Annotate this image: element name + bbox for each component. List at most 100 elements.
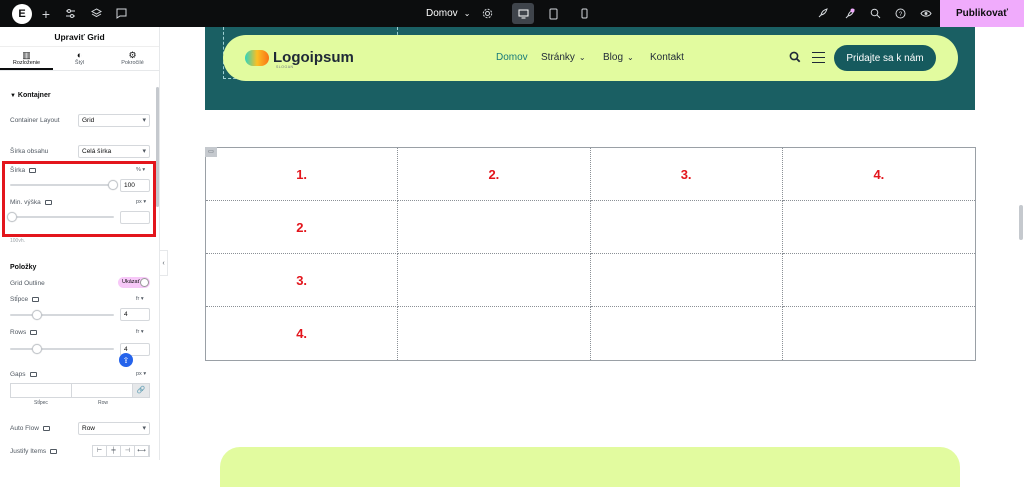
preview-icon[interactable]: [918, 0, 934, 27]
nav-item-stranky[interactable]: Stránky ⌄: [541, 52, 586, 63]
next-section[interactable]: [220, 447, 960, 487]
rows-unit-select[interactable]: fr ▾: [136, 329, 144, 335]
justify-start-icon[interactable]: ⊢: [93, 446, 107, 456]
publish-button[interactable]: Publikovať: [940, 0, 1024, 27]
auto-flow-label-row: Auto Flow: [10, 425, 50, 432]
grid-cell[interactable]: [782, 254, 975, 307]
gaps-unit-select[interactable]: px ▾: [136, 371, 146, 377]
tab-layout[interactable]: ▥ Rozloženie: [0, 47, 53, 70]
comment-icon[interactable]: [113, 0, 129, 27]
justify-end-icon[interactable]: ⊣: [121, 446, 135, 456]
add-icon[interactable]: +: [38, 0, 54, 27]
gap-column-input[interactable]: [11, 384, 72, 397]
desktop-icon[interactable]: [512, 3, 534, 24]
min-height-hint: 100vh.: [10, 238, 26, 244]
content-width-label: Šírka obsahu: [10, 148, 49, 155]
grid-cell[interactable]: [782, 201, 975, 254]
justify-items-label-row: Justify Items: [10, 448, 58, 455]
justify-center-icon[interactable]: ╪: [107, 446, 121, 456]
columns-slider-handle[interactable]: [32, 310, 42, 320]
desktop-icon: [29, 372, 37, 377]
preview-canvas: Logoipsum SLOGAN Domov Stránky ⌄ Blog ⌄ …: [168, 27, 1024, 487]
rows-label: Rows: [10, 329, 27, 336]
container-handle-icon[interactable]: ▭: [205, 147, 217, 157]
grid-cell[interactable]: 2.: [206, 201, 399, 254]
rocket-icon[interactable]: [814, 0, 830, 27]
brand-name: Logoipsum: [273, 49, 354, 66]
tab-advanced[interactable]: ⚙ Pokročilé: [106, 47, 159, 70]
rows-slider-handle[interactable]: [32, 344, 42, 354]
chevron-down-icon: ⌄: [578, 53, 586, 62]
nav-label: Blog: [603, 52, 624, 63]
auto-flow-select[interactable]: Row: [78, 422, 150, 435]
help-icon[interactable]: ?: [892, 0, 908, 27]
tablet-icon[interactable]: [542, 3, 564, 24]
grid-container[interactable]: 1. 2. 3. 4. 2. 3. 4.: [205, 147, 976, 361]
settings-icon[interactable]: [479, 0, 495, 27]
panel-scrollbar[interactable]: [156, 87, 159, 207]
grid-cell[interactable]: [398, 201, 591, 254]
caret-down-icon: ▼: [10, 93, 16, 99]
columns-unit-select[interactable]: fr ▾: [136, 296, 144, 302]
edit-panel: Upraviť Grid ▥ Rozloženie ◐ Štýl ⚙ Pokro…: [0, 27, 160, 460]
panel-title: Upraviť Grid: [0, 27, 159, 47]
grid-cell[interactable]: 4.: [782, 148, 975, 201]
menu-icon[interactable]: [812, 52, 825, 67]
grid-cell[interactable]: [398, 307, 591, 360]
collapse-panel-icon[interactable]: ‹: [160, 250, 168, 276]
content-width-select[interactable]: Celá šírka: [78, 145, 150, 158]
grid-cell[interactable]: [783, 307, 975, 360]
grid-cell[interactable]: 1.: [206, 148, 399, 201]
grid-outline-toggle[interactable]: Ukázať: [118, 277, 150, 288]
mobile-icon[interactable]: [573, 3, 595, 24]
desktop-icon: [50, 449, 58, 454]
drag-icon[interactable]: ⇪: [119, 353, 133, 367]
gap-row-input[interactable]: [72, 384, 133, 397]
grid-cell[interactable]: 4.: [206, 307, 399, 360]
grid-cell[interactable]: 3.: [206, 254, 399, 307]
search-icon[interactable]: [789, 51, 801, 63]
layout-icon: ▥: [22, 50, 31, 60]
chevron-down-icon: ⌄: [463, 9, 471, 18]
sliders-icon[interactable]: [62, 0, 78, 27]
join-us-button[interactable]: Pridajte sa k nám: [834, 45, 936, 71]
search-icon[interactable]: [867, 0, 883, 27]
container-layout-label: Container Layout: [10, 117, 60, 124]
page-name: Domov: [426, 8, 458, 19]
grid-cell[interactable]: [590, 201, 783, 254]
top-bar: E + Domov ⌄ ? Publikovať: [0, 0, 1024, 27]
grid-cell[interactable]: 3.: [590, 148, 783, 201]
grid-cell[interactable]: [398, 254, 591, 307]
tab-layout-label: Rozloženie: [12, 60, 41, 66]
nav-item-kontakt[interactable]: Kontakt: [650, 52, 684, 63]
advanced-icon: ⚙: [128, 50, 137, 60]
container-layout-select[interactable]: Grid: [78, 114, 150, 127]
section-items-title: Položky: [10, 264, 37, 271]
justify-stretch-icon[interactable]: ⟷: [135, 446, 149, 456]
desktop-icon: [42, 426, 50, 431]
grid-cell[interactable]: [590, 254, 783, 307]
columns-input[interactable]: 4: [120, 308, 150, 321]
rows-slider-track[interactable]: [10, 348, 114, 350]
grid-cell[interactable]: 2.: [398, 148, 591, 201]
nav-item-domov[interactable]: Domov: [496, 52, 528, 63]
link-icon[interactable]: 🔗: [133, 384, 149, 397]
tab-style[interactable]: ◐ Štýl: [53, 47, 106, 70]
section-container-toggle[interactable]: ▼ Kontajner: [10, 92, 51, 99]
desktop-icon: [32, 297, 40, 302]
nav-label: Domov: [496, 52, 528, 63]
columns-slider-track[interactable]: [10, 314, 114, 316]
nav-item-blog[interactable]: Blog ⌄: [603, 52, 634, 63]
page-selector[interactable]: Domov ⌄: [426, 0, 470, 27]
chevron-down-icon: ⌄: [627, 53, 634, 62]
layers-icon[interactable]: [88, 0, 104, 27]
notifications-icon[interactable]: [841, 0, 857, 27]
justify-items-buttons: ⊢ ╪ ⊣ ⟷: [92, 445, 150, 457]
panel-tabs: ▥ Rozloženie ◐ Štýl ⚙ Pokročilé: [0, 47, 159, 71]
canvas-scrollbar[interactable]: [1019, 205, 1023, 240]
site-logo[interactable]: Logoipsum: [245, 49, 354, 66]
brand-tagline: SLOGAN: [276, 65, 294, 69]
grid-cell[interactable]: [591, 307, 783, 360]
tab-style-label: Štýl: [74, 60, 85, 66]
elementor-logo-icon[interactable]: E: [10, 0, 34, 27]
